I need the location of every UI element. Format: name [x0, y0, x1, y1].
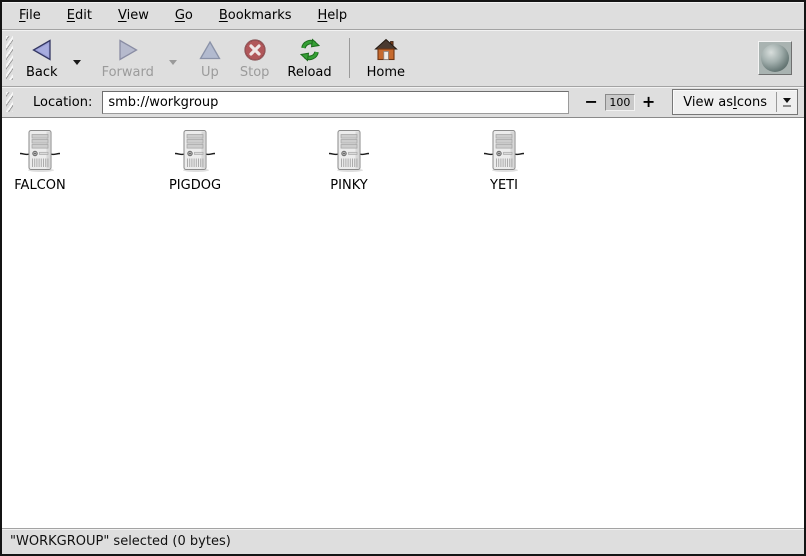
zoom-in-button[interactable]: +: [635, 92, 662, 111]
location-bar: Location: − 100 + View as Icons: [2, 87, 804, 118]
menu-edit[interactable]: Edit: [54, 4, 105, 28]
home-label: Home: [367, 65, 405, 80]
back-button[interactable]: Back: [18, 32, 66, 84]
up-arrow-icon: [198, 37, 222, 63]
view-mode-dropdown[interactable]: View as Icons: [672, 89, 798, 115]
menu-help[interactable]: Help: [305, 4, 361, 28]
server-label: YETI: [490, 178, 518, 193]
reload-icon: [298, 37, 322, 63]
toolbar: Back Forward Up Stop: [2, 30, 804, 87]
toolbar-separator: [349, 38, 350, 78]
zoom-level-indicator[interactable]: 100: [605, 94, 635, 111]
toolbar-grip-handle[interactable]: [6, 36, 13, 80]
menu-bar: File Edit View Go Bookmarks Help: [2, 2, 804, 30]
location-label: Location:: [33, 95, 92, 110]
server-item-yeti[interactable]: YETI: [468, 128, 540, 193]
home-button[interactable]: Home: [359, 32, 413, 84]
home-icon: [374, 37, 398, 63]
menu-view[interactable]: View: [105, 4, 162, 28]
forward-history-dropdown[interactable]: [163, 32, 183, 84]
up-label: Up: [201, 65, 219, 80]
status-text: "WORKGROUP" selected (0 bytes): [10, 534, 231, 549]
back-label: Back: [26, 65, 58, 80]
menu-file[interactable]: File: [6, 4, 54, 28]
chevron-down-icon: [169, 60, 177, 65]
status-bar: "WORKGROUP" selected (0 bytes): [2, 529, 804, 554]
stop-icon: [243, 37, 267, 63]
stop-button[interactable]: Stop: [232, 32, 278, 84]
server-item-pinky[interactable]: PINKY: [313, 128, 385, 193]
menu-bookmarks[interactable]: Bookmarks: [206, 4, 305, 28]
server-icon: [175, 128, 215, 174]
server-item-falcon[interactable]: FALCON: [4, 128, 76, 193]
server-label: FALCON: [14, 178, 65, 193]
back-history-dropdown[interactable]: [67, 32, 87, 84]
server-icon: [329, 128, 369, 174]
forward-arrow-icon: [116, 37, 140, 63]
back-arrow-icon: [30, 37, 54, 63]
stop-label: Stop: [240, 65, 270, 80]
dropdown-arrow-icon: [777, 90, 797, 114]
reload-label: Reload: [287, 65, 331, 80]
forward-button[interactable]: Forward: [94, 32, 162, 84]
throbber: [758, 41, 792, 75]
reload-button[interactable]: Reload: [279, 32, 339, 84]
server-item-pigdog[interactable]: PIGDOG: [159, 128, 231, 193]
up-button[interactable]: Up: [190, 32, 230, 84]
server-label: PIGDOG: [169, 178, 221, 193]
chevron-down-icon: [73, 60, 81, 65]
icon-view[interactable]: FALCON PIGDOG PINKY YETI: [2, 118, 804, 529]
throbber-sphere-icon: [761, 44, 789, 72]
zoom-out-button[interactable]: −: [577, 92, 604, 111]
server-icon: [484, 128, 524, 174]
location-bar-grip-handle[interactable]: [6, 92, 13, 112]
server-icon: [20, 128, 60, 174]
forward-label: Forward: [102, 65, 154, 80]
view-mode-label: View as Icons: [673, 90, 776, 114]
file-manager-window: File Edit View Go Bookmarks Help Back Fo…: [0, 0, 806, 556]
menu-go[interactable]: Go: [162, 4, 206, 28]
server-label: PINKY: [330, 178, 367, 193]
toolbar-spacer: [414, 32, 758, 84]
location-input[interactable]: [102, 91, 569, 114]
